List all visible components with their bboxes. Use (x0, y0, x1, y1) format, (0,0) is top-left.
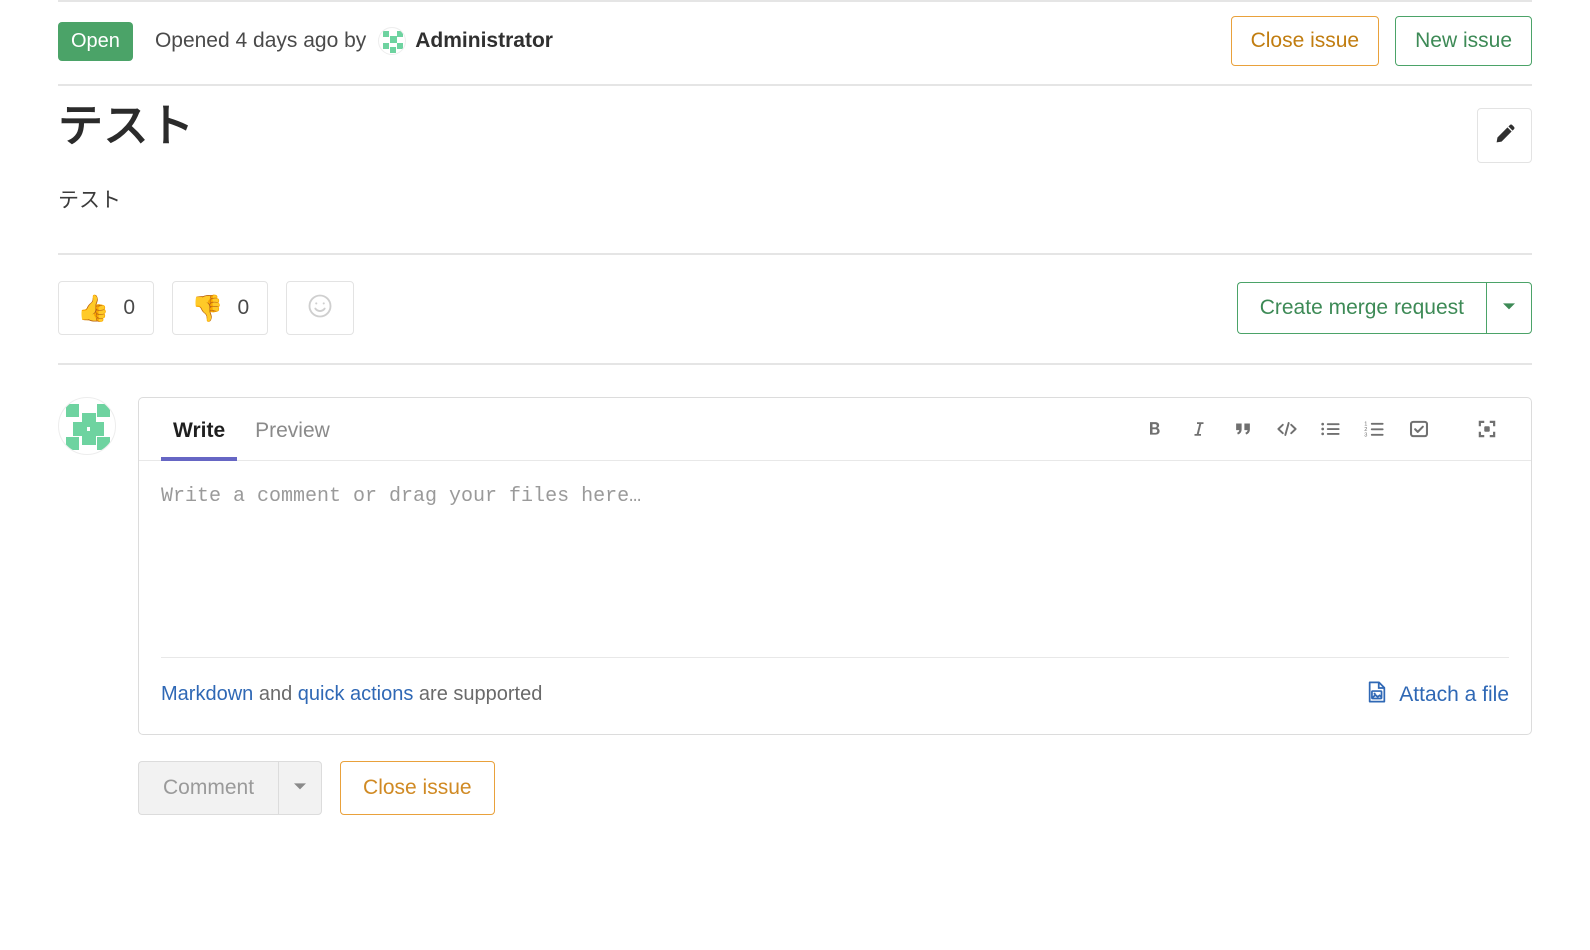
markdown-toolbar: 1 2 3 (1133, 407, 1509, 451)
comment-submit-split: Comment (138, 760, 323, 815)
chevron-down-icon (1501, 298, 1517, 317)
thumbsup-count: 0 (123, 295, 136, 319)
comment-placeholder: Write a comment or drag your files here… (161, 484, 642, 508)
code-icon[interactable] (1265, 407, 1309, 451)
task-list-icon[interactable] (1397, 407, 1441, 451)
markdown-link[interactable]: Markdown (161, 683, 253, 705)
svg-text:3: 3 (1364, 432, 1367, 438)
issue-header-actions: Close issue New issue (1230, 16, 1532, 66)
awards-row: 👍 0 👎 0 Create merge request (58, 255, 1532, 363)
issue-meta: Open Opened 4 days ago by Administrator (58, 21, 553, 61)
author-name[interactable]: Administrator (415, 29, 553, 53)
issue-status-row: Open Opened 4 days ago by Administrator (58, 2, 1532, 84)
award-thumbsdown-button[interactable]: 👎 0 (172, 280, 269, 335)
bold-icon[interactable] (1133, 407, 1177, 451)
issue-description: テスト (58, 189, 121, 212)
thumbsup-icon: 👍 (77, 292, 110, 323)
attach-file-label: Attach a file (1399, 682, 1509, 706)
comment-editor: Write Preview 1 2 3 Write a comment or d… (138, 396, 1532, 735)
comment-editor-footer: Markdown and quick actions are supported (161, 656, 1509, 734)
create-merge-request-split: Create merge request (1236, 281, 1532, 334)
award-thumbsup-button[interactable]: 👍 0 (58, 280, 155, 335)
edit-issue-button[interactable] (1477, 108, 1532, 163)
thumbsdown-count: 0 (237, 295, 250, 319)
create-merge-request-button[interactable]: Create merge request (1236, 281, 1486, 334)
close-issue-button[interactable]: Close issue (1230, 16, 1380, 66)
italic-icon[interactable] (1177, 407, 1221, 451)
tab-write[interactable]: Write (161, 398, 238, 461)
opened-label: Opened 4 days ago by (154, 29, 367, 52)
page-title: テスト (58, 100, 195, 151)
markdown-support-text: Markdown and quick actions are supported (161, 683, 542, 706)
comment-editor-header: Write Preview 1 2 3 (139, 398, 1531, 461)
issue-page: Open Opened 4 days ago by Administrator (0, 0, 1590, 950)
quick-actions-link[interactable]: quick actions (298, 683, 414, 705)
numbered-list-icon[interactable]: 1 2 3 (1353, 407, 1397, 451)
editor-tabs: Write Preview (161, 398, 342, 461)
author-avatar[interactable] (378, 27, 407, 55)
new-issue-button[interactable]: New issue (1395, 16, 1532, 66)
support-middle-text: and (253, 683, 298, 705)
issue-opened-meta: Opened 4 days ago by Administrator (155, 27, 553, 55)
bullet-list-icon[interactable] (1309, 407, 1353, 451)
comment-actions-row: Comment Close issue (138, 735, 1532, 815)
current-user-avatar (58, 396, 116, 455)
fullscreen-icon[interactable] (1465, 407, 1509, 451)
issue-title-row: テスト (58, 86, 1532, 163)
comment-dropdown-button[interactable] (278, 760, 323, 815)
add-reaction-button[interactable] (286, 280, 355, 335)
comment-button[interactable]: Comment (138, 760, 279, 815)
comment-textarea[interactable]: Write a comment or drag your files here… (139, 461, 1531, 657)
close-issue-button-footer[interactable]: Close issue (340, 760, 495, 815)
comment-form-area: Write Preview 1 2 3 Write a comment or d… (58, 365, 1532, 735)
pencil-icon (1494, 123, 1516, 148)
tab-preview[interactable]: Preview (243, 398, 342, 461)
page-container: Open Opened 4 days ago by Administrator (0, 0, 1590, 815)
image-file-icon (1365, 680, 1389, 710)
attach-file-button[interactable]: Attach a file (1365, 680, 1509, 710)
award-emoji-list: 👍 0 👎 0 (58, 280, 355, 335)
smiley-icon (306, 292, 334, 323)
support-suffix-text: are supported (413, 683, 543, 705)
thumbsdown-icon: 👎 (191, 292, 224, 323)
status-badge: Open (58, 21, 133, 61)
create-merge-request-dropdown[interactable] (1486, 281, 1532, 334)
chevron-down-icon (292, 778, 308, 797)
quote-icon[interactable] (1221, 407, 1265, 451)
